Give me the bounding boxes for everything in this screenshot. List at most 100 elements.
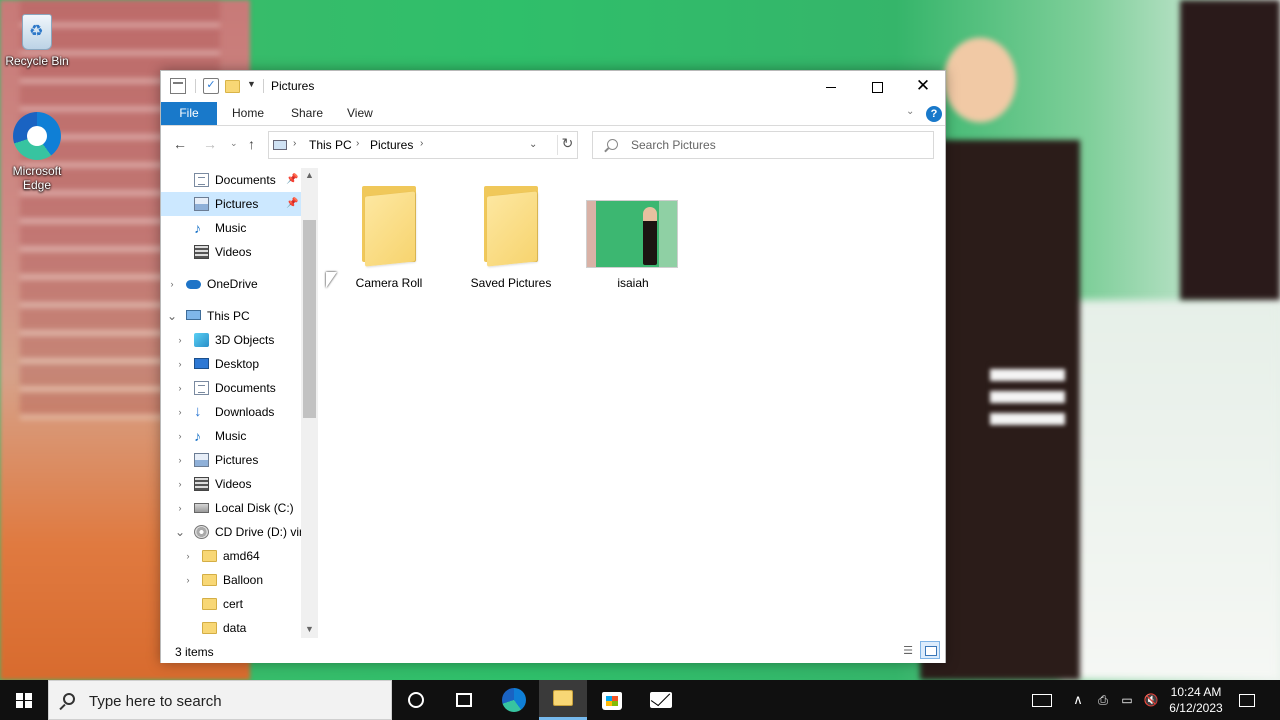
chevron-right-icon[interactable]: › [175, 472, 185, 496]
breadcrumb-separator-icon[interactable]: › [293, 138, 296, 149]
sidebar-item-pictures[interactable]: Pictures 📌 [161, 192, 301, 216]
tab-home[interactable]: Home [220, 102, 276, 125]
navigation-row: ← → ⌄ ↑ › This PC › Pictures › ⌄ ↻ [161, 127, 945, 163]
chevron-right-icon[interactable]: › [175, 328, 185, 352]
file-tile-camera-roll[interactable]: Camera Roll [334, 176, 444, 290]
recycle-bin-icon [22, 14, 52, 50]
recent-locations-chevron-icon[interactable]: ⌄ [230, 138, 238, 149]
chevron-right-icon[interactable]: › [175, 448, 185, 472]
sidebar-item-videos[interactable]: Videos [161, 240, 301, 264]
sidebar-item-3d-objects[interactable]: › 3D Objects [161, 328, 301, 352]
notification-icon [1239, 694, 1255, 708]
sidebar-item-documents[interactable]: › Documents [161, 376, 301, 400]
breadcrumb-this-pc[interactable]: This PC [309, 138, 352, 152]
cd-drive-icon [194, 525, 209, 539]
image-thumbnail [586, 200, 678, 268]
show-hidden-icons-chevron-icon[interactable]: ∧ [1066, 680, 1090, 720]
sidebar-item-cd-drive-d-virt[interactable]: ⌄ CD Drive (D:) virt [161, 520, 301, 544]
breadcrumb-separator-icon[interactable]: › [356, 138, 359, 149]
expand-ribbon-chevron-icon[interactable]: ⌄ [906, 106, 914, 117]
file-tile-saved-pictures[interactable]: Saved Pictures [456, 176, 566, 290]
chevron-right-icon[interactable]: › [175, 352, 185, 376]
taskbar-file-explorer-button[interactable] [539, 680, 587, 720]
taskbar-search-box[interactable]: Type here to search [48, 680, 392, 720]
search-box[interactable] [592, 131, 934, 159]
tab-share[interactable]: Share [279, 102, 335, 125]
address-bar[interactable]: › This PC › Pictures › ⌄ ↻ [268, 131, 578, 159]
taskbar-store-button[interactable] [588, 680, 636, 720]
minimize-button[interactable] [808, 71, 854, 101]
address-dropdown-chevron-icon[interactable]: ⌄ [529, 139, 537, 150]
title-bar[interactable]: ✓ ▼ Pictures ✕ [161, 71, 945, 102]
action-center-button[interactable] [1232, 680, 1262, 720]
sidebar-item-data[interactable]: data [161, 616, 301, 638]
start-button[interactable] [0, 680, 48, 720]
sidebar-item-pictures[interactable]: › Pictures [161, 448, 301, 472]
properties-icon[interactable] [170, 78, 186, 94]
touch-keyboard-button[interactable] [1030, 680, 1054, 720]
chevron-right-icon[interactable]: › [183, 544, 193, 568]
sidebar-item-music[interactable]: ♪ Music [161, 216, 301, 240]
folder-icon [362, 186, 418, 267]
taskbar-mail-button[interactable] [637, 680, 685, 720]
sidebar-item-label: This PC [207, 309, 250, 323]
chevron-right-icon[interactable]: › [175, 496, 185, 520]
system-clock[interactable]: 10:24 AM 6/12/2023 [1166, 680, 1226, 720]
breadcrumb-pictures[interactable]: Pictures [370, 138, 413, 152]
volume-muted-icon[interactable]: 🔇 [1140, 680, 1162, 720]
tab-file[interactable]: File [161, 102, 217, 125]
large-icons-view-icon[interactable] [920, 641, 940, 659]
checkmark-icon[interactable]: ✓ [203, 78, 219, 94]
device-icon[interactable]: ⎙ [1092, 680, 1114, 720]
chevron-right-icon[interactable]: › [167, 272, 177, 296]
sidebar-item-desktop[interactable]: › Desktop [161, 352, 301, 376]
up-button[interactable]: ↑ [248, 136, 255, 152]
chevron-right-icon[interactable]: › [175, 400, 185, 424]
cortana-button[interactable] [392, 680, 440, 720]
refresh-icon[interactable]: ↻ [557, 135, 577, 155]
sidebar-item-onedrive[interactable]: › OneDrive [161, 272, 301, 296]
sidebar-item-this-pc[interactable]: ⌄ This PC [161, 304, 301, 328]
scroll-up-arrow-icon[interactable]: ▲ [305, 170, 314, 180]
task-view-button[interactable] [440, 680, 488, 720]
sidebar-item-documents[interactable]: Documents 📌 [161, 168, 301, 192]
this-pc-icon [273, 140, 287, 150]
breadcrumb-separator-icon[interactable]: › [420, 138, 423, 149]
scrollbar-thumb[interactable] [303, 220, 316, 418]
network-icon[interactable]: ▭ [1116, 680, 1138, 720]
taskbar-edge-button[interactable] [490, 680, 538, 720]
scroll-down-arrow-icon[interactable]: ▼ [305, 624, 314, 634]
sidebar-item-label: CD Drive (D:) virt [215, 525, 301, 539]
folder-icon [202, 574, 217, 586]
forward-button[interactable]: → [203, 136, 217, 152]
new-folder-icon[interactable] [225, 80, 240, 93]
chevron-right-icon[interactable]: › [175, 424, 185, 448]
desktop-icon-recycle-bin[interactable]: Recycle Bin [5, 12, 69, 68]
sidebar-item-downloads[interactable]: › ↓ Downloads [161, 400, 301, 424]
pin-icon[interactable]: 📌 [286, 168, 298, 192]
tab-view[interactable]: View [335, 102, 385, 125]
chevron-down-icon[interactable]: ⌄ [175, 520, 185, 544]
pin-icon[interactable]: 📌 [286, 192, 298, 216]
sidebar-item-local-disk-c[interactable]: › Local Disk (C:) [161, 496, 301, 520]
sidebar-item-label: Videos [215, 245, 252, 259]
sidebar-item-amd64[interactable]: › amd64 [161, 544, 301, 568]
chevron-down-icon[interactable]: ⌄ [167, 304, 177, 328]
sidebar-item-balloon[interactable]: › Balloon [161, 568, 301, 592]
desktop-icon-microsoft-edge[interactable]: Microsoft Edge [5, 112, 69, 192]
sidebar-item-videos[interactable]: › Videos [161, 472, 301, 496]
back-button[interactable]: ← [173, 136, 187, 152]
chevron-right-icon[interactable]: › [175, 376, 185, 400]
quick-access-dropdown-icon[interactable]: ▼ [247, 79, 263, 95]
search-input[interactable] [631, 137, 921, 153]
sidebar-item-cert[interactable]: cert [161, 592, 301, 616]
help-icon[interactable]: ? [926, 106, 942, 122]
chevron-right-icon[interactable]: › [183, 568, 193, 592]
close-button[interactable]: ✕ [900, 71, 946, 101]
toolbar-divider [263, 79, 264, 93]
file-tile-isaiah[interactable]: isaiah [578, 176, 688, 290]
details-view-icon[interactable]: ☰ [900, 644, 916, 658]
navigation-pane-scrollbar[interactable]: ▲ ▼ [301, 168, 318, 638]
sidebar-item-music[interactable]: › ♪ Music [161, 424, 301, 448]
maximize-button[interactable] [854, 71, 900, 101]
